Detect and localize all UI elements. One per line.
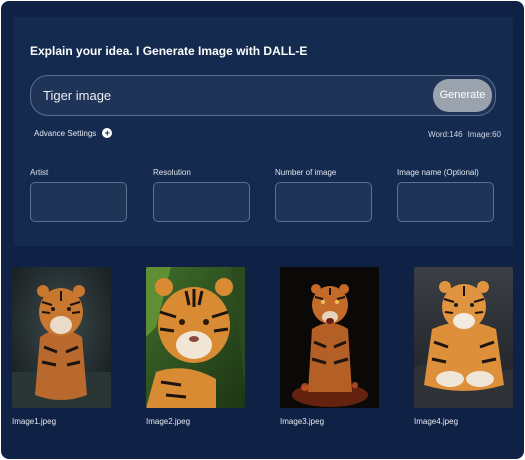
resolution-field[interactable]	[153, 182, 250, 222]
artist-label: Artist	[30, 168, 49, 177]
generator-panel: Explain your idea. I Generate Image with…	[14, 17, 513, 246]
app-window: Explain your idea. I Generate Image with…	[1, 1, 524, 459]
tiger-image-thumbnail[interactable]	[146, 267, 245, 408]
artist-field[interactable]	[30, 182, 127, 222]
number-of-image-field[interactable]	[275, 182, 372, 222]
advance-settings-label: Advance Settings	[34, 128, 97, 138]
number-of-image-label: Number of image	[275, 168, 337, 177]
word-count-label: Word:	[428, 130, 450, 139]
page-title: Explain your idea. I Generate Image with…	[30, 44, 308, 58]
image-name-field[interactable]	[397, 182, 494, 222]
image-filename: Image3.jpeg	[280, 417, 325, 426]
usage-counts: Word:146 Image:60	[428, 130, 501, 139]
plus-circle-icon[interactable]: +	[102, 128, 113, 138]
resolution-label: Resolution	[153, 168, 191, 177]
tiger-image-3	[280, 267, 379, 408]
tiger-image-4	[414, 267, 513, 408]
generate-button[interactable]: Generate	[433, 79, 492, 112]
prompt-box: Generate	[30, 75, 496, 116]
tiger-image-thumbnail[interactable]	[12, 267, 111, 408]
image-count-label: Image:	[467, 130, 493, 139]
image-filename: Image1.jpeg	[12, 417, 57, 426]
prompt-input[interactable]	[43, 76, 423, 115]
image-count: 60	[492, 130, 501, 139]
tiger-image-2	[146, 267, 245, 408]
tiger-image-1	[12, 267, 111, 408]
advance-settings-toggle[interactable]: Advance Settings +	[34, 128, 113, 138]
image-filename: Image4.jpeg	[414, 417, 459, 426]
image-filename: Image2.jpeg	[146, 417, 191, 426]
tiger-image-thumbnail[interactable]	[280, 267, 379, 408]
word-count: 146	[449, 130, 463, 139]
tiger-image-thumbnail[interactable]	[414, 267, 513, 408]
image-name-label: Image name (Optional)	[397, 168, 479, 177]
